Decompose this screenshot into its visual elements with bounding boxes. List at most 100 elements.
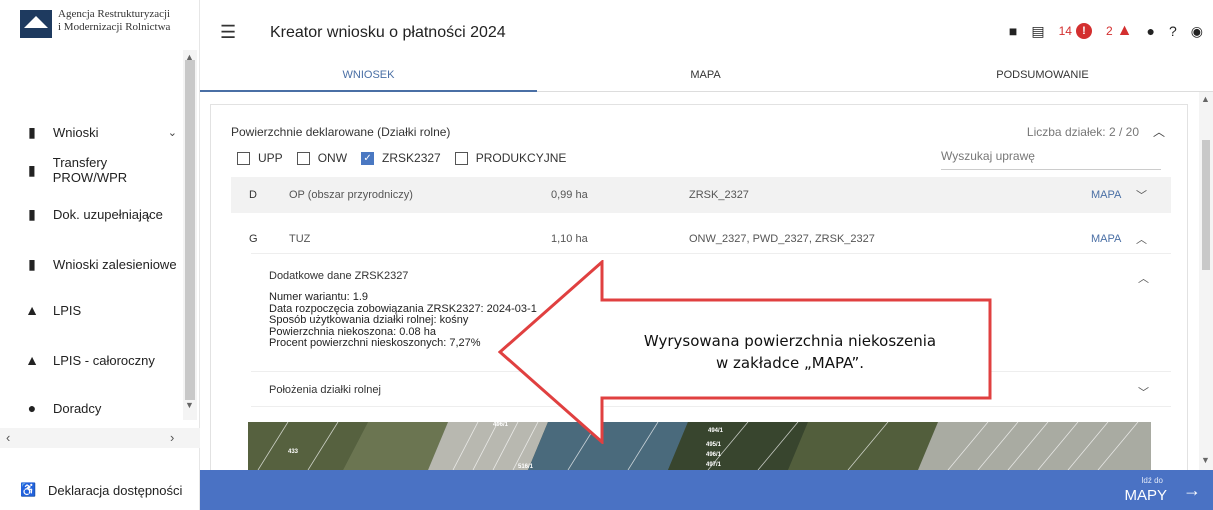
arrow-right-icon[interactable]: →	[1183, 480, 1201, 501]
chevron-down-icon[interactable]: ﹀	[1136, 187, 1147, 203]
filter-checkboxes: UPP ONW ✓ ZRSK2327 PRODUKCYJNE	[237, 151, 580, 165]
sidebar-item-label: LPIS	[53, 302, 82, 318]
sidebar-item-wnioski-zalesieniowe[interactable]: ▮ Wnioski zalesieniowe	[0, 246, 183, 282]
mountain-icon: ▲	[25, 302, 39, 318]
map-link[interactable]: MAPA	[1091, 233, 1121, 245]
accessibility-icon: ♿	[20, 482, 37, 497]
scroll-right-icon[interactable]: ›	[170, 430, 174, 445]
logo: Agencja Restrukturyzacji i Modernizacji …	[20, 8, 170, 38]
sidebar-scrollbar[interactable]	[183, 50, 197, 420]
plot-type: TUZ	[289, 233, 311, 245]
checkbox-icon[interactable]	[296, 151, 310, 165]
chevron-up-icon[interactable]: ︿	[1138, 270, 1149, 286]
plot-area: 0,99 ha	[551, 189, 588, 201]
table-row[interactable]: D OP (obszar przyrodniczy) 0,99 ha ZRSK_…	[231, 177, 1171, 213]
sidebar-item-transfery[interactable]: ▮ Transfery PROW/WPR	[0, 152, 183, 188]
detail-line: Sposób użytkowania działki rolnej: kośny	[269, 314, 469, 326]
accessibility-label: Deklaracja dostępności	[48, 482, 183, 498]
clipboard-icon: ▮	[28, 255, 36, 272]
print-icon[interactable]: ▤	[1031, 23, 1044, 40]
plot-count: Liczba działek: 2 / 20	[1026, 125, 1139, 139]
sidebar-item-dok-uzupelniajace[interactable]: ▮ Dok. uzupełniające ⌄	[0, 196, 183, 232]
sidebar-scroll-thumb[interactable]	[185, 60, 195, 400]
chevron-up-icon[interactable]: ︿	[1136, 231, 1147, 247]
tab-podsumowanie[interactable]: PODSUMOWANIE	[874, 62, 1211, 91]
clipboard-icon: ▮	[28, 123, 36, 140]
scroll-up-icon[interactable]: ▲	[185, 52, 194, 62]
chevron-up-icon[interactable]: ︿	[1153, 123, 1165, 140]
tab-bar: WNIOSEK MAPA PODSUMOWANIE	[200, 62, 1213, 92]
checkbox-icon[interactable]	[237, 151, 250, 165]
map-link[interactable]: MAPA	[1091, 189, 1121, 201]
details-lines: Numer wariantu: 1.9 Data rozpoczęcia zob…	[269, 291, 537, 350]
sidebar-item-label: LPIS - całoroczny	[53, 352, 155, 368]
sidebar: Agencja Restrukturyzacji i Modernizacji …	[0, 0, 200, 510]
warning-icon[interactable]: ▲	[1117, 22, 1133, 40]
sidebar-item-lpis[interactable]: ▲ LPIS	[0, 292, 183, 328]
error-icon[interactable]: !	[1075, 23, 1092, 39]
sidebar-item-label: Wnioski zalesieniowe	[53, 256, 177, 272]
plot-programs: ONW_2327, PWD_2327, ZRSK_2327	[689, 233, 875, 245]
sidebar-item-wnioski[interactable]: ▮ Wnioski ⌄	[0, 114, 183, 150]
main-scrollbar[interactable]	[1199, 92, 1213, 470]
chevron-down-icon: ⌄	[143, 208, 153, 221]
checkbox-checked-icon[interactable]: ✓	[361, 151, 375, 165]
sidebar-item-label: Wnioski	[53, 124, 99, 140]
goto-map-button[interactable]: MAPY	[1124, 487, 1167, 504]
plot-id: D	[249, 189, 257, 201]
bell-icon[interactable]: ●	[1147, 23, 1155, 39]
menu-icon[interactable]: ☰	[220, 22, 236, 43]
tab-mapa[interactable]: MAPA	[537, 62, 874, 91]
scroll-down-icon[interactable]: ▼	[1201, 455, 1210, 465]
table-row[interactable]: G TUZ 1,10 ha ONW_2327, PWD_2327, ZRSK_2…	[231, 221, 1171, 257]
plot-programs: ZRSK_2327	[689, 189, 749, 201]
warning-count: 2	[1105, 24, 1113, 38]
scroll-left-icon[interactable]: ‹	[6, 430, 10, 445]
logo-line1: Agencja Restrukturyzacji	[58, 8, 171, 20]
detail-line: Numer wariantu: 1.9	[269, 291, 369, 303]
bottom-bar: Idź do MAPY →	[200, 470, 1213, 510]
sidebar-hscrollbar[interactable]: ‹ ›	[0, 428, 200, 448]
details-title: Dodatkowe dane ZRSK2327	[269, 270, 409, 282]
user-icon[interactable]: ◉	[1191, 23, 1203, 40]
annotation-line2: w zakładce „MAPA”.	[715, 354, 864, 372]
header-actions: ■ ▤ 14 ! 2 ▲ ● ? ◉	[995, 22, 1203, 40]
filter-upp[interactable]: UPP	[237, 151, 283, 165]
detail-line: Procent powierzchni nieskoszonych: 7,27%	[269, 337, 481, 349]
scroll-down-icon[interactable]: ▼	[185, 400, 194, 410]
checkbox-icon[interactable]	[454, 151, 468, 165]
search-input[interactable]: Wyszukaj uprawę	[941, 149, 1161, 170]
person-icon: ●	[27, 400, 37, 416]
header: ☰ Kreator wniosku o płatności 2024 ■ ▤ 1…	[200, 0, 1213, 62]
annotation-text: Wyrysowana powierzchnia niekoszenia w za…	[610, 330, 970, 374]
logo-line2: i Modernizacji Rolnictwa	[58, 21, 171, 33]
clipboard-icon: ▮	[28, 205, 36, 222]
goto-caption: Idź do	[1141, 476, 1163, 485]
location-label: Położenia działki rolnej	[269, 384, 381, 396]
filter-zrsk2327[interactable]: ✓ ZRSK2327	[361, 151, 441, 165]
filter-onw[interactable]: ONW	[296, 151, 347, 165]
accessibility-link[interactable]: ♿ Deklaracja dostępności	[0, 470, 200, 510]
error-count: 14	[1058, 24, 1072, 38]
chevron-down-icon[interactable]: ﹀	[1138, 384, 1149, 400]
main-scroll-thumb[interactable]	[1202, 140, 1210, 270]
clipboard-icon: ▮	[28, 161, 36, 178]
sidebar-item-lpis-caloroczny[interactable]: ▲ LPIS - całoroczny	[0, 342, 183, 378]
sidebar-item-label: Transfery PROW/WPR	[52, 155, 128, 185]
save-icon[interactable]: ■	[1009, 23, 1017, 39]
sidebar-item-doradcy[interactable]: ● Doradcy	[0, 390, 183, 426]
page-title: Kreator wniosku o płatności 2024	[270, 24, 506, 41]
mountain-icon: ▲	[25, 352, 39, 368]
plot-type: OP (obszar przyrodniczy)	[289, 189, 413, 201]
help-icon[interactable]: ?	[1169, 23, 1177, 39]
map-parcel-label: 496/1	[706, 452, 722, 458]
panel-title: Powierzchnie deklarowane (Działki rolne)	[231, 125, 451, 139]
sidebar-item-label: Doradcy	[53, 400, 102, 416]
plot-area: 1,10 ha	[551, 233, 588, 245]
map-parcel-label: 497/1	[706, 462, 722, 468]
annotation-line1: Wyrysowana powierzchnia niekoszenia	[643, 332, 937, 350]
filter-produkcyjne[interactable]: PRODUKCYJNE	[454, 151, 566, 165]
tab-wniosek[interactable]: WNIOSEK	[200, 62, 537, 92]
map-parcel-label: 433	[288, 449, 299, 455]
scroll-up-icon[interactable]: ▲	[1201, 94, 1210, 104]
